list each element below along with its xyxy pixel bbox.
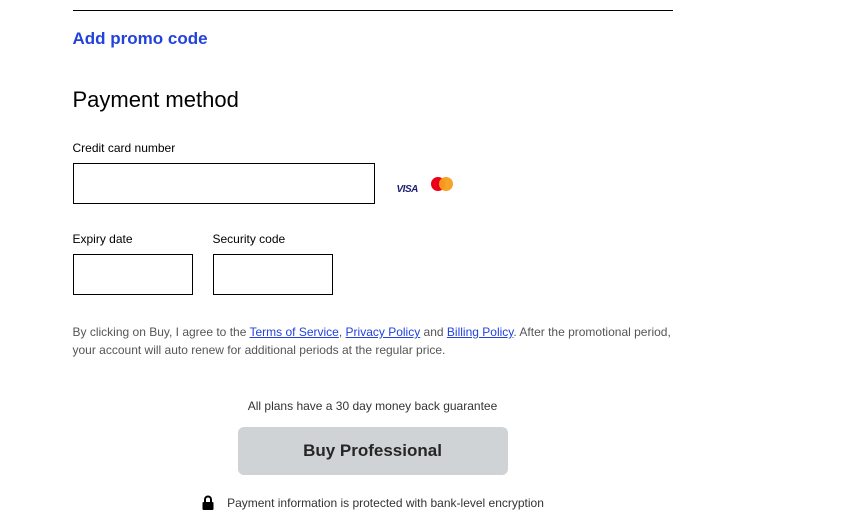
lock-icon xyxy=(201,495,215,511)
legal-text: , xyxy=(339,325,346,339)
mastercard-icon xyxy=(431,177,453,191)
security-note: Payment information is protected with ba… xyxy=(73,495,673,511)
accepted-cards: VISA xyxy=(397,177,453,191)
terms-link[interactable]: Terms of Service xyxy=(250,325,339,339)
billing-link[interactable]: Billing Policy xyxy=(447,325,513,339)
security-note-text: Payment information is protected with ba… xyxy=(227,496,544,510)
visa-icon: VISA xyxy=(397,179,423,189)
privacy-link[interactable]: Privacy Policy xyxy=(346,325,421,339)
add-promo-code-link[interactable]: Add promo code xyxy=(73,29,673,49)
cvv-label: Security code xyxy=(213,232,333,246)
guarantee-text: All plans have a 30 day money back guara… xyxy=(73,399,673,413)
payment-method-heading: Payment method xyxy=(73,87,673,113)
legal-text: By clicking on Buy, I agree to the xyxy=(73,325,250,339)
credit-card-label: Credit card number xyxy=(73,141,673,155)
expiry-label: Expiry date xyxy=(73,232,193,246)
cvv-field-group: Security code xyxy=(213,232,333,295)
credit-card-input[interactable] xyxy=(73,163,375,204)
checkout-payment-section: Add promo code Payment method Credit car… xyxy=(73,10,673,531)
cvv-input[interactable] xyxy=(213,254,333,295)
section-divider xyxy=(73,10,673,11)
legal-text: and xyxy=(420,325,447,339)
expiry-field-group: Expiry date xyxy=(73,232,193,295)
buy-button[interactable]: Buy Professional xyxy=(238,427,508,475)
credit-card-field-group: Credit card number VISA xyxy=(73,141,673,204)
legal-disclaimer: By clicking on Buy, I agree to the Terms… xyxy=(73,323,673,359)
expiry-input[interactable] xyxy=(73,254,193,295)
